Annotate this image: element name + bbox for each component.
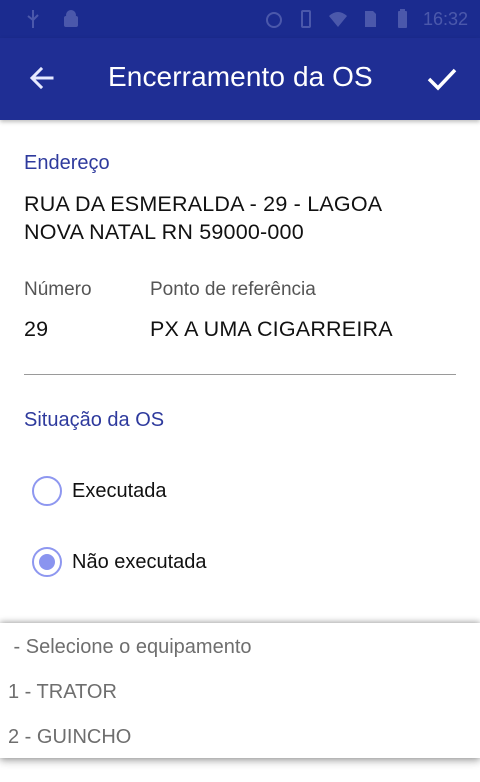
alarm-icon: [263, 8, 285, 30]
radio-executada[interactable]: Executada: [32, 476, 167, 506]
dropdown-item-guincho[interactable]: 2 - GUINCHO: [0, 715, 480, 760]
status-bar: 16:32: [0, 0, 480, 38]
radio-button-executada[interactable]: [32, 476, 62, 506]
endereco-line-2: NOVA NATAL RN 59000-000: [24, 220, 304, 244]
android-icon: [60, 8, 82, 30]
endereco-value: RUA DA ESMERALDA - 29 - LAGOA NOVA NATAL…: [24, 190, 444, 246]
radio-button-nao-executada[interactable]: [32, 547, 62, 577]
ponto-referencia-label: Ponto de referência: [150, 279, 316, 300]
ponto-referencia-value: PX A UMA CIGARREIRA: [150, 317, 393, 341]
divider: [24, 374, 456, 375]
numero-label: Número: [24, 279, 92, 300]
arrow-left-icon: [28, 64, 56, 97]
check-icon: [426, 62, 458, 99]
status-time: 16:32: [422, 8, 468, 29]
endereco-line-1: RUA DA ESMERALDA - 29 - LAGOA: [24, 192, 383, 216]
radio-nao-executada[interactable]: Não executada: [32, 547, 207, 577]
app-bar: Encerramento da OS: [0, 38, 480, 120]
endereco-label: Endereço: [24, 152, 110, 174]
status-left-icons: [22, 8, 82, 30]
page-title: Encerramento da OS: [108, 61, 373, 92]
radio-label-executada: Executada: [72, 479, 167, 502]
status-right-icons: 16:32: [263, 8, 468, 30]
usb-icon: [22, 8, 44, 30]
radio-selected-dot: [39, 554, 55, 570]
dropdown-item-placeholder[interactable]: - Selecione o equipamento: [0, 625, 480, 670]
dropdown-item-trator[interactable]: 1 - TRATOR: [0, 670, 480, 715]
situacao-label: Situação da OS: [24, 409, 165, 431]
numero-value: 29: [24, 317, 49, 341]
confirm-button[interactable]: [420, 58, 464, 102]
back-button[interactable]: [22, 60, 62, 100]
equipamento-dropdown-list: - Selecione o equipamento 1 - TRATOR 2 -…: [0, 623, 480, 758]
wifi-icon: [327, 8, 349, 30]
vibrate-icon: [295, 8, 317, 30]
radio-label-nao-executada: Não executada: [72, 550, 207, 573]
battery-icon: [391, 8, 413, 30]
sim-icon: [359, 8, 381, 30]
